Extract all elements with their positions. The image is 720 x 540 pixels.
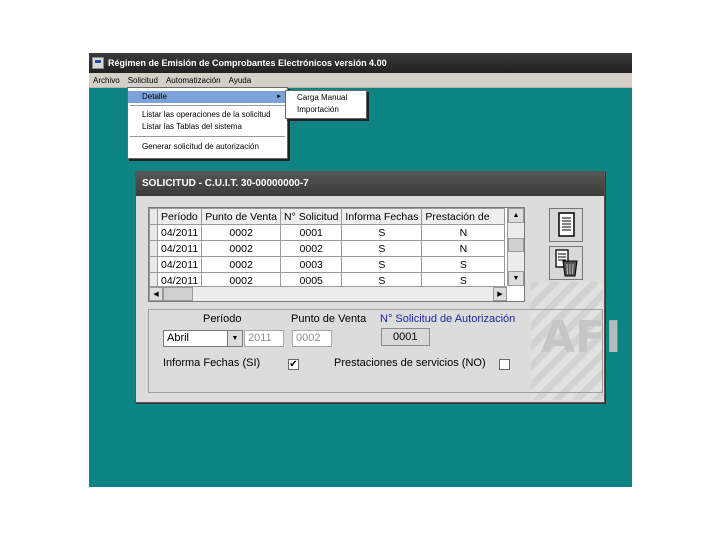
menu-item-label: Detalle (142, 92, 167, 101)
column-header-prestacion[interactable]: Prestación de (421, 208, 506, 225)
cell-periodo: 04/2011 (156, 256, 203, 273)
row-header-cell (149, 208, 158, 225)
trash-document-icon (555, 249, 578, 277)
prestaciones-checkbox[interactable] (499, 359, 510, 370)
menu-automatizacion[interactable]: Automatización (162, 76, 225, 85)
menu-item-listar-tablas[interactable]: Listar las Tablas del sistema (128, 121, 287, 133)
column-header-punto-venta[interactable]: Punto de Venta (201, 208, 282, 225)
menu-separator (130, 136, 285, 137)
cell-nro-solicitud: 0003 (280, 256, 343, 273)
year-field[interactable]: 2011 (244, 330, 284, 347)
app-icon (92, 57, 104, 69)
row-header-cell[interactable] (149, 256, 158, 273)
informa-fechas-checkbox[interactable]: ✔ (288, 359, 299, 370)
month-value: Abril (167, 332, 190, 344)
month-select[interactable]: Abril ▼ (163, 330, 243, 347)
document-list-button[interactable] (549, 208, 583, 242)
row-header-cell[interactable] (149, 240, 158, 257)
delete-document-button[interactable] (549, 246, 583, 280)
menu-item-generar-solicitud[interactable]: Generar solicitud de autorización (128, 141, 287, 153)
menu-archivo[interactable]: Archivo (89, 76, 124, 85)
scroll-thumb[interactable] (163, 287, 193, 301)
grid-horizontal-scrollbar[interactable]: ◀ ▶ (149, 286, 507, 301)
punto-venta-label: Punto de Venta (291, 313, 367, 325)
grid-header-row: Período Punto de Venta N° Solicitud Info… (149, 208, 506, 225)
prestaciones-label: Prestaciones de servicios (NO) (334, 357, 486, 369)
cell-punto-venta: 0002 (201, 224, 282, 241)
solicitud-dialog: SOLICITUD - C.U.I.T. 30-00000000-7 AFI P… (135, 171, 621, 403)
scroll-thumb[interactable] (508, 238, 524, 252)
chevron-down-icon[interactable]: ▼ (227, 331, 242, 346)
solicitud-form: Período Punto de Venta N° Solicitud de A… (148, 309, 603, 393)
window-title: Régimen de Emisión de Comprobantes Elect… (108, 58, 387, 68)
submenu-arrow-icon: ► (276, 94, 282, 100)
scroll-left-arrow-icon[interactable]: ◀ (149, 287, 163, 301)
cell-prestacion: N (421, 240, 506, 257)
submenu-item-carga-manual[interactable]: Carga Manual (286, 92, 366, 104)
menu-solicitud[interactable]: Solicitud (124, 76, 162, 85)
title-bar: Régimen de Emisión de Comprobantes Elect… (89, 53, 632, 73)
row-header-cell[interactable] (149, 224, 158, 241)
cell-prestacion: S (421, 256, 506, 273)
table-row[interactable]: 04/2011 0002 0003 S S (149, 256, 506, 273)
informa-fechas-label: Informa Fechas (SI) (163, 357, 261, 369)
nro-solicitud-label: N° Solicitud de Autorización (380, 313, 516, 325)
detalle-submenu: Carga Manual Importación (285, 90, 367, 119)
cell-periodo: 04/2011 (156, 224, 203, 241)
cell-punto-venta: 0002 (201, 240, 282, 257)
cell-nro-solicitud: 0001 (280, 224, 343, 241)
dialog-title: SOLICITUD - C.U.I.T. 30-00000000-7 (136, 172, 604, 196)
scroll-right-arrow-icon[interactable]: ▶ (493, 287, 507, 301)
menu-separator (130, 105, 285, 106)
periodo-label: Período (203, 313, 242, 325)
grid-vertical-scrollbar[interactable]: ▲ ▼ (507, 208, 524, 286)
cell-punto-venta: 0002 (201, 256, 282, 273)
nro-solicitud-field: 0001 (381, 328, 430, 346)
menu-item-detalle[interactable]: Detalle ► (128, 91, 287, 103)
solicitud-dropdown-menu: Detalle ► Listar las operaciones de la s… (127, 87, 288, 159)
solicitudes-grid[interactable]: Período Punto de Venta N° Solicitud Info… (148, 207, 525, 302)
submenu-item-importacion[interactable]: Importación (286, 104, 366, 116)
column-header-informa-fechas[interactable]: Informa Fechas (341, 208, 423, 225)
menu-item-listar-operaciones[interactable]: Listar las operaciones de la solicitud (128, 109, 287, 121)
cell-prestacion: N (421, 224, 506, 241)
table-row[interactable]: 04/2011 0002 0002 S N (149, 240, 506, 257)
menu-bar: Archivo Solicitud Automatización Ayuda (89, 73, 632, 88)
application-window: Régimen de Emisión de Comprobantes Elect… (89, 53, 632, 487)
menu-ayuda[interactable]: Ayuda (225, 76, 256, 85)
column-header-nro-solicitud[interactable]: N° Solicitud (280, 208, 343, 225)
scroll-up-arrow-icon[interactable]: ▲ (508, 208, 524, 223)
scroll-down-arrow-icon[interactable]: ▼ (508, 271, 524, 286)
cell-informa-fechas: S (341, 256, 423, 273)
document-list-icon (558, 212, 575, 237)
cell-informa-fechas: S (341, 240, 423, 257)
column-header-periodo[interactable]: Período (156, 208, 203, 225)
cell-nro-solicitud: 0002 (280, 240, 343, 257)
table-row[interactable]: 04/2011 0002 0001 S N (149, 224, 506, 241)
cell-informa-fechas: S (341, 224, 423, 241)
punto-venta-field[interactable]: 0002 (292, 330, 332, 347)
cell-periodo: 04/2011 (156, 240, 203, 257)
